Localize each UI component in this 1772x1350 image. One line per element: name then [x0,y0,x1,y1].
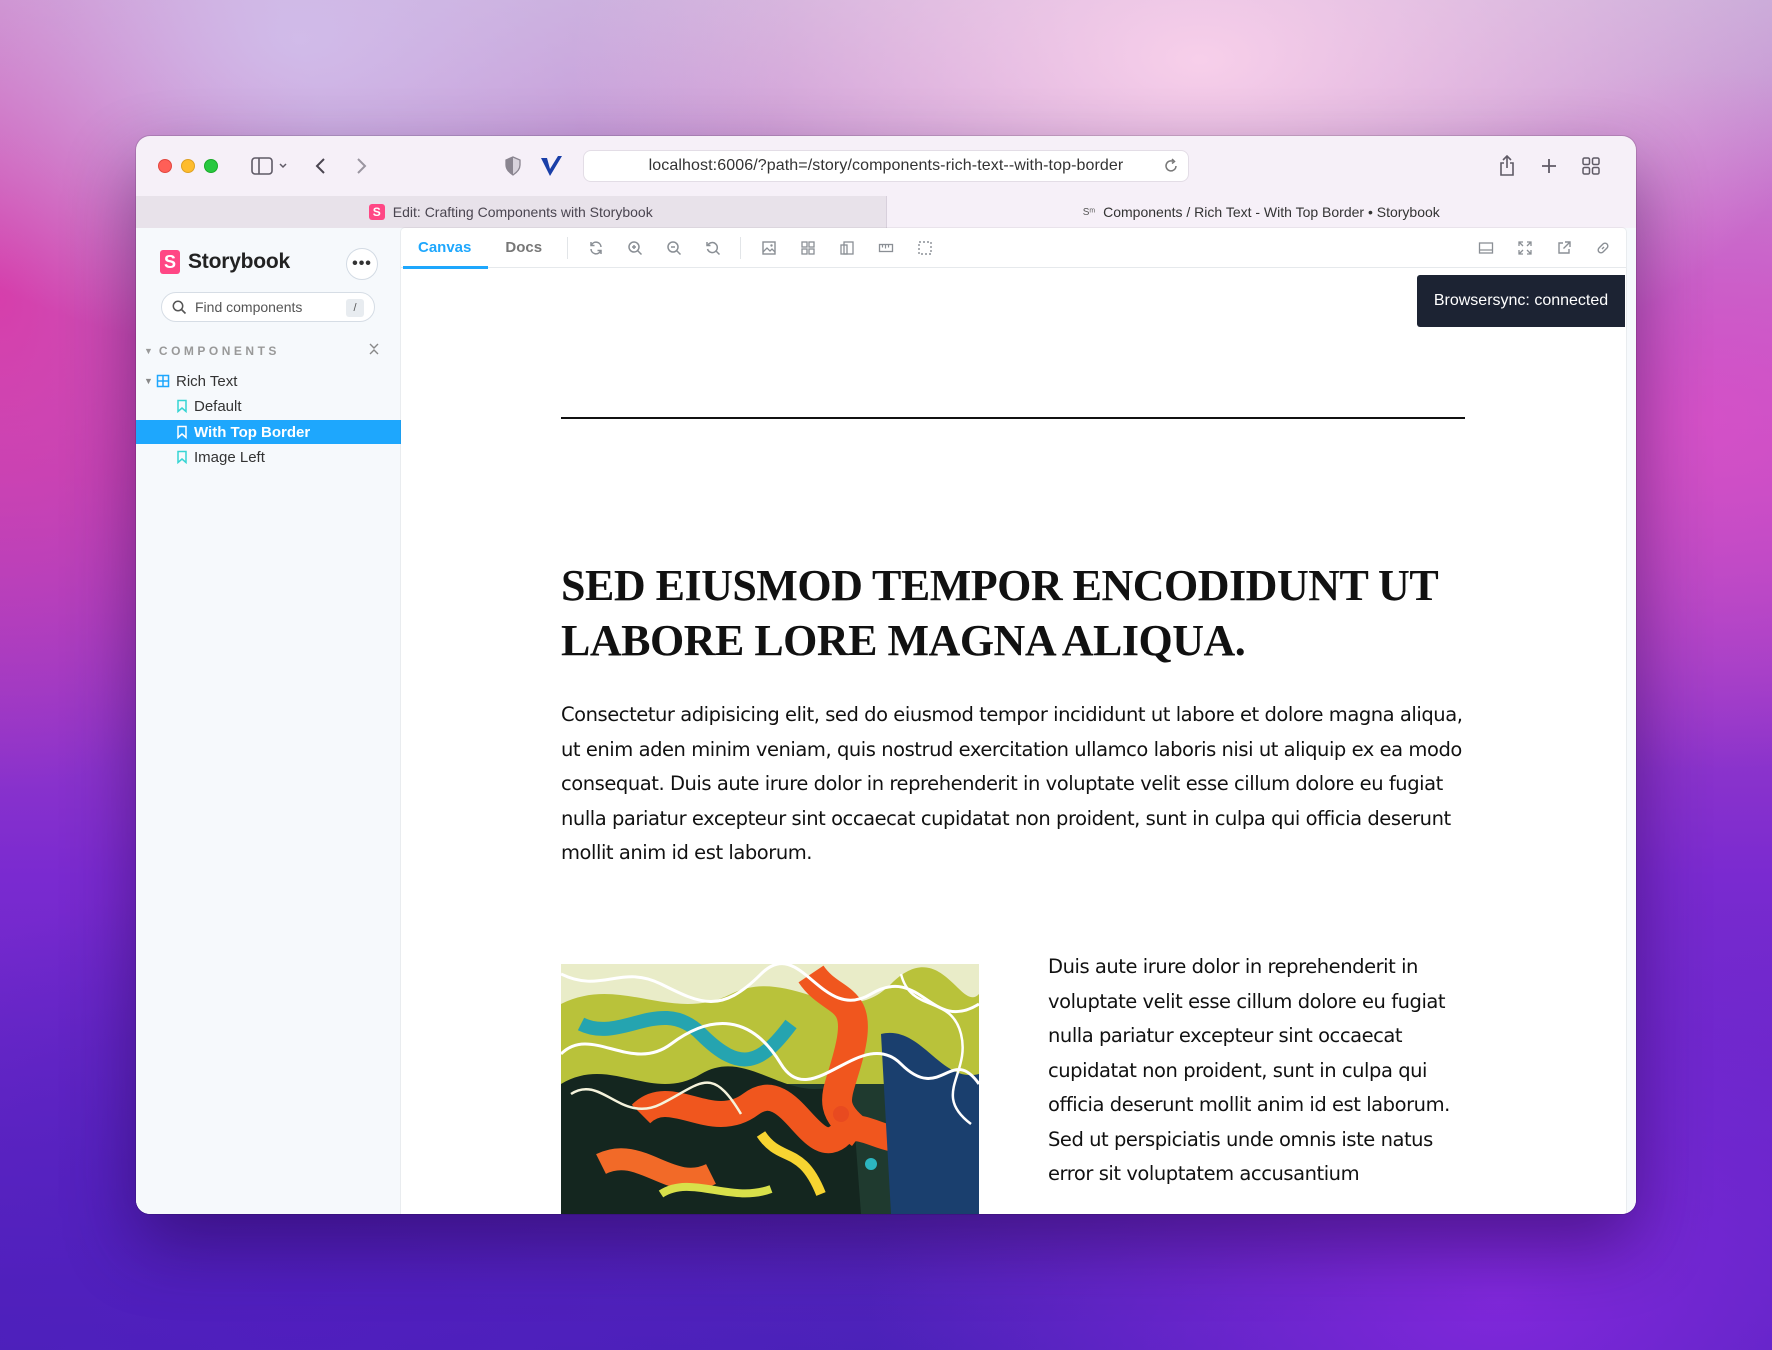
chevron-down-icon: ▼ [144,346,153,356]
minimize-window-button[interactable] [181,159,195,173]
measure-icon[interactable] [866,228,905,268]
browsersync-toast: Browsersync: connected [1417,275,1625,327]
browser-window: localhost:6006/?path=/story/components-r… [136,136,1636,1214]
new-tab-button[interactable] [1534,152,1564,180]
abstract-painting-image [561,964,979,1214]
share-button[interactable] [1492,152,1522,180]
tree-component-rich-text[interactable]: ▼ Rich Text [136,369,401,393]
tree-story-image-left[interactable]: Image Left [136,445,401,469]
preview-toolbar: Canvas Docs [401,228,1626,269]
reload-icon[interactable] [576,228,615,268]
storybook-sidebar: S Storybook ••• / ▼ COMPONENTS [136,228,401,1214]
v-logo-icon [541,156,562,176]
reload-icon[interactable] [1162,157,1180,180]
grid-icon[interactable] [788,228,827,268]
sidebar-toggle-button[interactable] [248,152,292,180]
page-content: S Storybook ••• / ▼ COMPONENTS [136,228,1636,1214]
storybook-brand[interactable]: S Storybook [160,250,290,274]
toolbar-divider [567,236,569,259]
tab-canvas[interactable]: Canvas [401,228,489,269]
zoom-window-button[interactable] [204,159,218,173]
open-new-tab-icon[interactable] [1544,228,1583,268]
background-icon[interactable] [749,228,788,268]
components-section-header[interactable]: ▼ COMPONENTS [144,343,384,358]
panel-icon[interactable] [1466,228,1505,268]
fullscreen-icon[interactable] [1505,228,1544,268]
outline-icon[interactable] [905,228,944,268]
search-input[interactable] [195,299,335,315]
close-window-button[interactable] [158,159,172,173]
search-shortcut-key: / [346,299,364,317]
browser-tab-edit[interactable]: S Edit: Crafting Components with Storybo… [136,196,887,228]
browser-tab-label: Components / Rich Text - With Top Border… [1103,204,1440,220]
browser-tab-label: Edit: Crafting Components with Storybook [392,204,653,220]
search-icon [172,300,187,315]
ellipsis-icon: ••• [352,255,372,272]
toolbar-right [1466,228,1622,268]
shield-icon [505,156,521,176]
storybook-favicon: S [368,204,385,220]
title-bar: localhost:6006/?path=/story/components-r… [136,136,1636,196]
section-title: COMPONENTS [158,344,280,358]
viewport-icon[interactable] [827,228,866,268]
tree-story-with-top-border[interactable]: With Top Border [136,420,401,444]
grid-icon [1582,157,1600,175]
chevron-right-icon [357,158,367,174]
story-heading: SED EIUSMOD TEMPOR ENCODIDUNT UT LABORE … [561,561,1438,665]
sidebar-menu-button[interactable]: ••• [346,248,378,280]
tree-item-label: Image Left [194,448,265,466]
component-icon [156,374,170,388]
story-paragraph: Consectetur adipisicing elit, sed do eiu… [561,703,1463,864]
tree-item-label: Rich Text [176,372,238,390]
plus-icon [1542,159,1556,173]
chevron-down-icon: ▼ [144,376,153,386]
privacy-shield-button[interactable] [498,152,528,180]
copy-link-icon[interactable] [1583,228,1622,268]
storybook-logo-icon: S [160,250,180,274]
back-button[interactable] [306,152,336,180]
traffic-lights [158,159,218,173]
browser-tab-storybook[interactable]: Sᵐ Components / Rich Text - With Top Bor… [886,196,1636,228]
toolbar-divider [740,236,742,259]
tab-docs[interactable]: Docs [488,228,559,268]
chevron-left-icon [315,158,325,174]
forward-button[interactable] [346,152,376,180]
tab-overview-button[interactable] [1576,152,1606,180]
bookmark-icon [176,399,188,413]
url-text: localhost:6006/?path=/story/components-r… [648,157,1124,174]
tab-favicon: Sᵐ [1082,206,1096,218]
extension-button[interactable] [536,152,566,180]
tree-story-default[interactable]: Default [136,394,401,418]
preview-panel: Canvas Docs Browsersync: connected SED E… [401,228,1626,1214]
top-border-rule [561,417,1465,419]
collapse-all-icon[interactable] [368,343,380,358]
tree-item-label: With Top Border [194,423,311,441]
zoom-out-icon[interactable] [654,228,693,268]
story-side-paragraph: Duis aute irure dolor in reprehenderit i… [1048,955,1450,1185]
sidebar-icon [251,157,287,175]
bookmark-icon [176,450,188,464]
zoom-in-icon[interactable] [615,228,654,268]
browser-tabs: S Edit: Crafting Components with Storybo… [136,196,1636,228]
zoom-reset-icon[interactable] [693,228,732,268]
share-icon [1500,155,1514,176]
tree-item-label: Default [194,397,242,415]
brand-name: Storybook [188,250,291,273]
search-box[interactable]: / [161,292,375,322]
bookmark-icon [176,425,188,439]
address-bar[interactable]: localhost:6006/?path=/story/components-r… [583,150,1189,182]
